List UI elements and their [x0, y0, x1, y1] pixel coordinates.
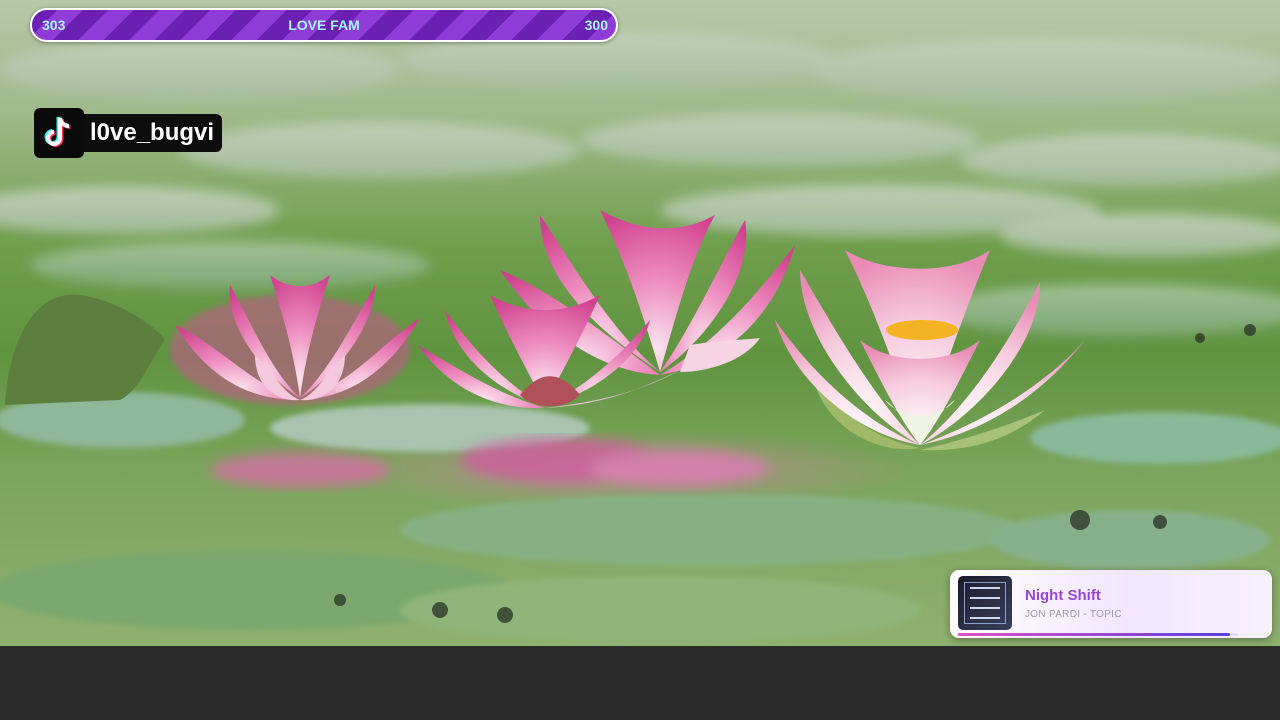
song-progress-track: [958, 633, 1238, 636]
goal-right-count: 300: [584, 17, 608, 33]
tiktok-icon: [34, 108, 84, 158]
tiktok-handle-badge: l0ve_bugvi: [34, 108, 223, 158]
bottom-bar: [0, 646, 1280, 720]
goal-progress-bar: 303 LOVE FAM 300: [30, 8, 618, 42]
now-playing-card: Night Shift JON PARDI - TOPIC: [950, 570, 1272, 638]
goal-title: LOVE FAM: [288, 17, 360, 33]
water-lily-scene: [0, 0, 1280, 646]
song-title: Night Shift: [1025, 587, 1101, 604]
song-artist: JON PARDI - TOPIC: [1025, 609, 1122, 620]
scene-artwork: [0, 32, 1280, 644]
song-progress-fill: [958, 633, 1230, 636]
album-art: [958, 576, 1012, 630]
tiktok-username: l0ve_bugvi: [84, 114, 223, 152]
